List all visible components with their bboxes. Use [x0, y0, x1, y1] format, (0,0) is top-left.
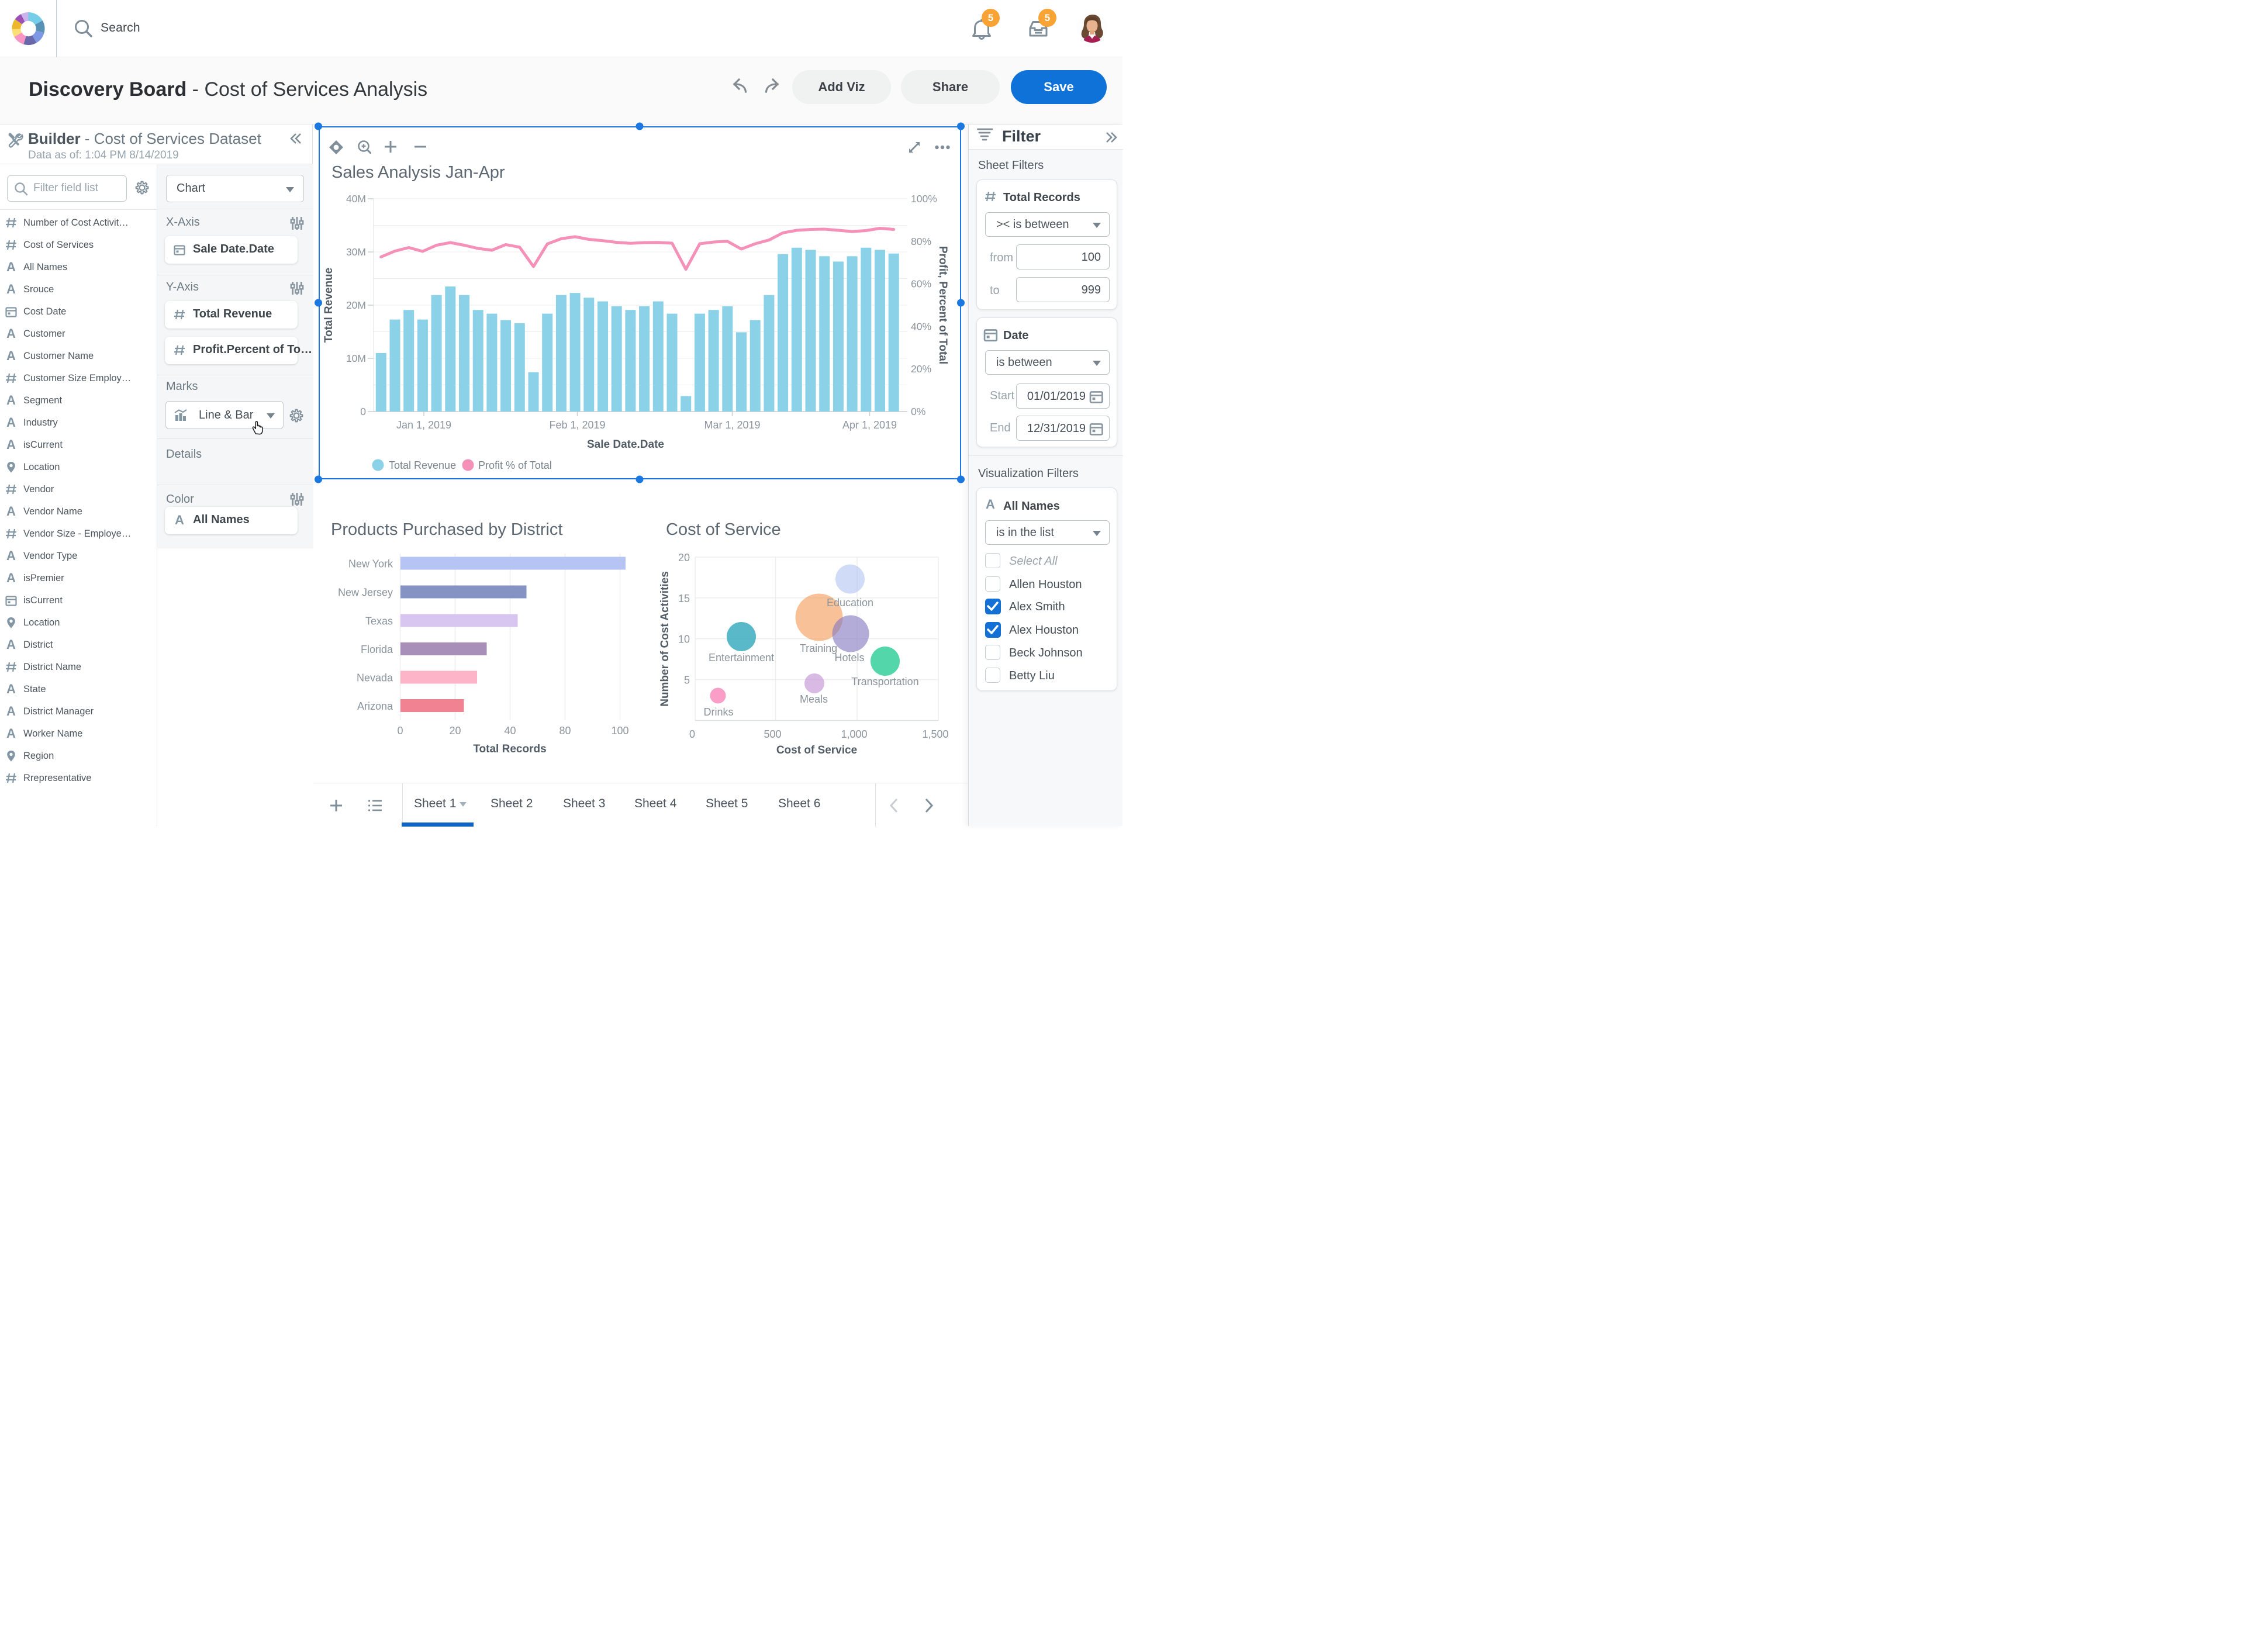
svg-text:1,500: 1,500 — [922, 728, 948, 740]
svg-text:Drinks: Drinks — [703, 706, 733, 718]
svg-text:Transportation: Transportation — [851, 676, 918, 687]
svg-text:40: 40 — [504, 725, 516, 737]
svg-text:A: A — [6, 283, 16, 296]
svg-text:Meals: Meals — [800, 693, 828, 705]
svg-text:500: 500 — [764, 728, 781, 740]
svg-text:A: A — [6, 505, 16, 518]
svg-text:New York: New York — [348, 558, 393, 570]
svg-text:15: 15 — [678, 593, 690, 604]
svg-text:A: A — [6, 572, 16, 585]
svg-text:0: 0 — [689, 728, 695, 740]
svg-text:100: 100 — [611, 725, 628, 737]
svg-text:A: A — [6, 549, 16, 562]
svg-text:A: A — [986, 498, 995, 512]
svg-text:New Jersey: New Jersey — [338, 587, 393, 599]
svg-text:A: A — [6, 327, 16, 340]
svg-text:A: A — [6, 416, 16, 429]
svg-text:A: A — [6, 438, 16, 451]
svg-text:Nevada: Nevada — [357, 672, 393, 684]
svg-text:Education: Education — [827, 597, 873, 609]
svg-text:1,000: 1,000 — [841, 728, 867, 740]
svg-text:0: 0 — [397, 725, 403, 737]
svg-text:Hotels: Hotels — [834, 652, 864, 663]
svg-text:20: 20 — [678, 552, 690, 564]
svg-text:Arizona: Arizona — [357, 700, 393, 712]
svg-text:A: A — [6, 350, 16, 362]
svg-text:10: 10 — [678, 634, 690, 645]
svg-text:Total Records: Total Records — [473, 743, 546, 755]
svg-text:A: A — [6, 394, 16, 407]
svg-text:Florida: Florida — [361, 644, 393, 655]
svg-text:A: A — [6, 727, 16, 740]
svg-text:Entertainment: Entertainment — [709, 652, 774, 663]
svg-text:Texas: Texas — [365, 616, 393, 627]
svg-text:Cost of Service: Cost of Service — [776, 744, 857, 756]
svg-text:A: A — [6, 683, 16, 696]
svg-text:80: 80 — [559, 725, 571, 737]
svg-text:A: A — [6, 705, 16, 718]
svg-text:A: A — [175, 514, 184, 527]
svg-text:5: 5 — [684, 675, 690, 686]
svg-text:A: A — [6, 638, 16, 651]
svg-text:Training: Training — [800, 642, 837, 654]
svg-text:A: A — [6, 261, 16, 274]
svg-text:20: 20 — [449, 725, 461, 737]
svg-text:Number of Cost Activities: Number of Cost Activities — [659, 571, 671, 707]
